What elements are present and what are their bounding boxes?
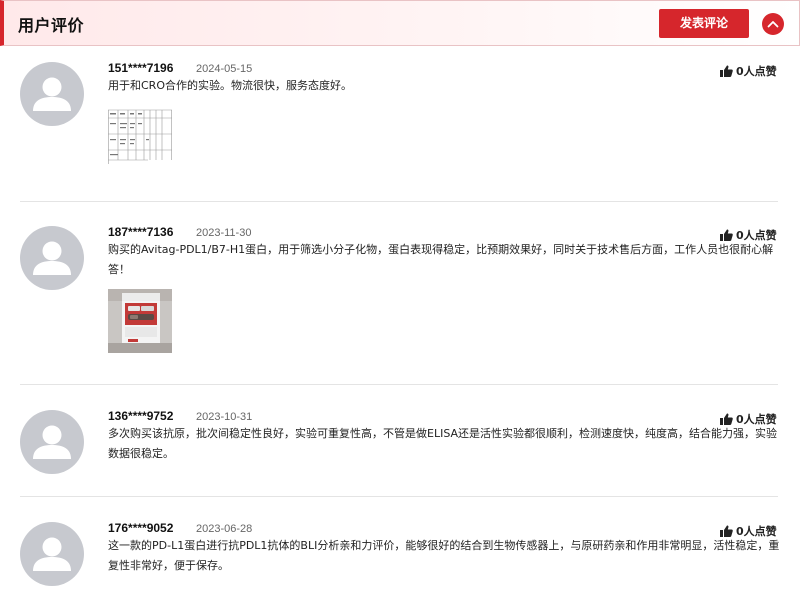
collapse-button[interactable]: [762, 13, 784, 35]
review-username: 187****7136: [108, 225, 174, 239]
review-item: 136****9752 2023-10-31 0人点赞 多次购买该抗原，批次间稳…: [0, 404, 800, 494]
review-item: 151****7196 2024-05-15 0人点赞 用于和CRO合作的实验。…: [0, 56, 800, 202]
review-date: 2024-05-15: [196, 63, 253, 75]
review-item: 176****9052 2023-06-28 0人点赞 这一款的PD-L1蛋白进…: [0, 516, 800, 592]
post-review-button[interactable]: 发表评论: [659, 9, 749, 38]
divider: [20, 201, 778, 202]
table-document-icon: [108, 108, 172, 168]
review-content: 多次购买该抗原，批次间稳定性良好，实验可重复性高，不管是做ELISA还是活性实验…: [108, 427, 778, 460]
divider: [20, 496, 778, 497]
review-username: 151****7196: [108, 61, 174, 75]
review-username: 176****9052: [108, 521, 174, 535]
avatar: [20, 410, 84, 474]
review-image-thumbnail[interactable]: [108, 289, 172, 353]
user-icon: [33, 425, 71, 459]
avatar: [20, 62, 84, 126]
review-date: 2023-11-30: [196, 227, 252, 239]
avatar: [20, 522, 84, 586]
avatar: [20, 226, 84, 290]
review-image-thumbnail[interactable]: [108, 108, 172, 168]
reviews-header: 用户评价 发表评论: [0, 0, 800, 46]
review-content: 购买的Avitag-PDL1/B7-H1蛋白，用于筛选小分子化物，蛋白表现得稳定…: [108, 243, 774, 276]
section-title: 用户评价: [18, 16, 85, 35]
review-date: 2023-06-28: [196, 523, 253, 535]
user-icon: [33, 537, 71, 571]
product-box-icon: [108, 289, 172, 353]
chevron-up-icon: [767, 21, 779, 28]
review-content: 这一款的PD-L1蛋白进行抗PDL1抗体的BLI分析亲和力评价，能够很好的结合到…: [108, 539, 780, 572]
review-item: 187****7136 2023-11-30 0人点赞 购买的Avitag-PD…: [0, 220, 800, 384]
review-date: 2023-10-31: [196, 411, 253, 423]
divider: [20, 384, 778, 385]
review-content: 用于和CRO合作的实验。物流很快，服务态度好。: [108, 79, 352, 92]
review-username: 136****9752: [108, 409, 174, 423]
user-icon: [33, 241, 71, 275]
user-icon: [33, 77, 71, 111]
